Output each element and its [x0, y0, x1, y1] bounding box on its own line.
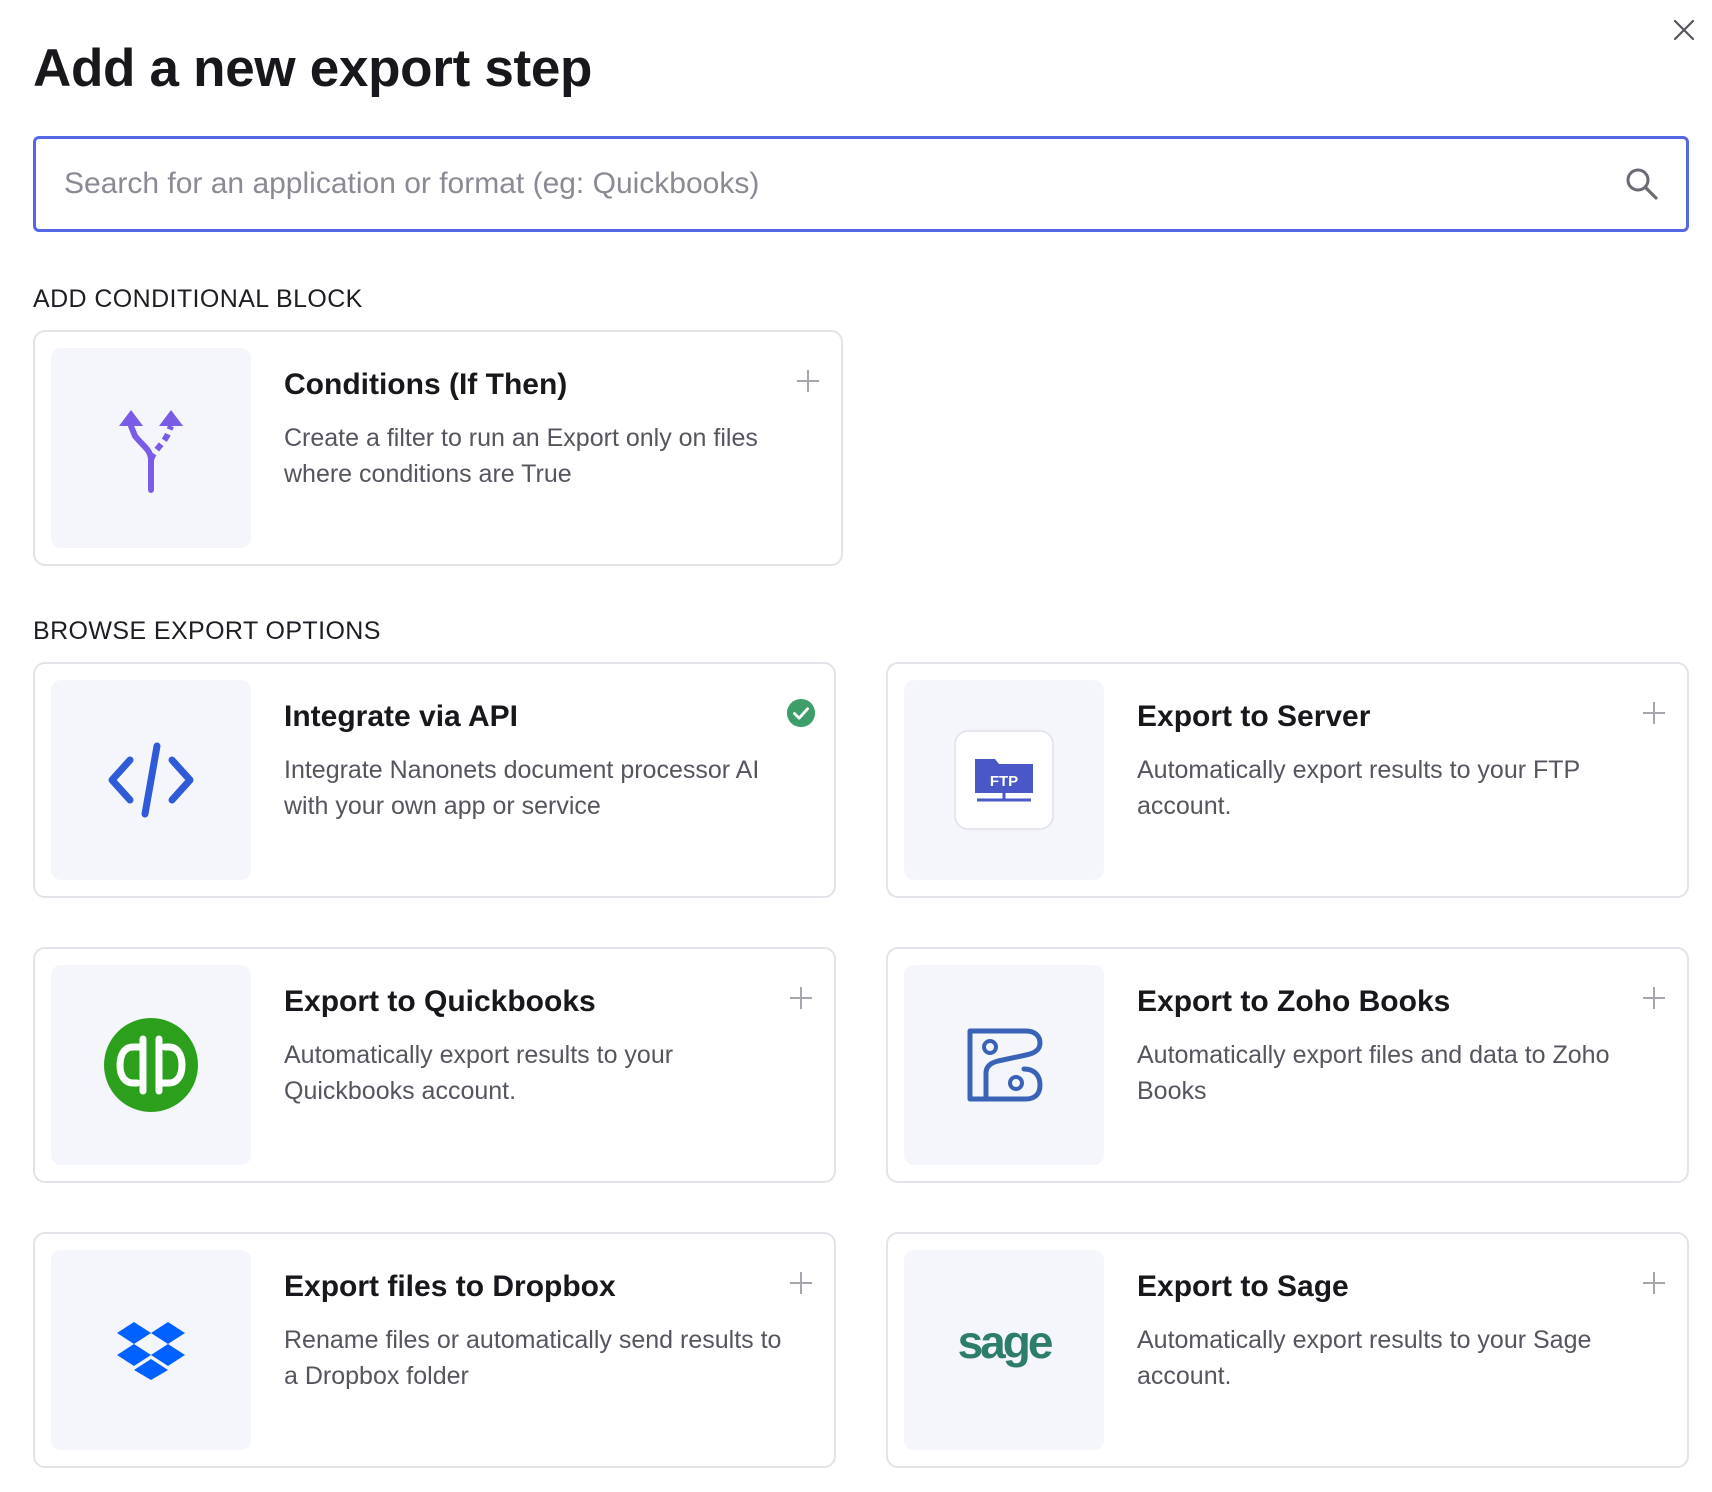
- add-sage-button[interactable]: [1639, 1268, 1669, 1298]
- card-title: Export to Server: [1137, 700, 1371, 733]
- card-integrate-api[interactable]: Integrate via API Integrate Nanonets doc…: [33, 662, 836, 898]
- dialog-title: Add a new export step: [33, 39, 593, 98]
- card-description: Automatically export files and data to Z…: [1137, 1041, 1610, 1105]
- card-title: Export to Sage: [1137, 1270, 1349, 1303]
- card-icon-container: [51, 348, 251, 548]
- plus-icon: [790, 987, 812, 1009]
- add-conditions-button[interactable]: [793, 366, 823, 396]
- plus-icon: [1643, 987, 1665, 1009]
- card-description: Automatically export results to your Sag…: [1137, 1326, 1592, 1390]
- add-quickbooks-button[interactable]: [786, 983, 816, 1013]
- svg-text:FTP: FTP: [990, 773, 1018, 790]
- plus-icon: [797, 370, 819, 392]
- card-icon-container: [51, 1250, 251, 1450]
- svg-text:sage: sage: [958, 1320, 1053, 1368]
- search-icon[interactable]: [1624, 166, 1660, 202]
- zoho-books-logo: [967, 1028, 1043, 1102]
- card-description: Create a filter to run an Export only on…: [284, 424, 758, 488]
- sage-logo: sage: [958, 1320, 1056, 1368]
- export-step-dialog: Add a new export step ADD CONDITIONAL BL…: [0, 0, 1712, 1492]
- card-export-sage[interactable]: sage Export to Sage Automatically export…: [886, 1232, 1689, 1468]
- card-description: Rename files or automatically send resul…: [284, 1326, 782, 1390]
- add-zoho-books-button[interactable]: [1639, 983, 1669, 1013]
- card-description: Automatically export results to your Qui…: [284, 1041, 674, 1105]
- ftp-icon: FTP: [975, 759, 1033, 802]
- ftp-tile: FTP: [954, 730, 1054, 830]
- card-title: Export to Quickbooks: [284, 985, 596, 1018]
- card-icon-container: [904, 965, 1104, 1165]
- card-description: Integrate Nanonets document processor AI…: [284, 756, 760, 820]
- card-conditions[interactable]: Conditions (If Then) Create a filter to …: [33, 330, 843, 566]
- plus-icon: [1643, 1272, 1665, 1294]
- quickbooks-logo: [104, 1018, 198, 1112]
- added-status: [786, 698, 816, 728]
- card-icon-container: sage: [904, 1250, 1104, 1450]
- close-icon: [1673, 19, 1695, 41]
- search-box: [33, 136, 1689, 232]
- card-icon-container: FTP: [904, 680, 1104, 880]
- card-export-dropbox[interactable]: Export files to Dropbox Rename files or …: [33, 1232, 836, 1468]
- code-icon: [108, 742, 194, 818]
- card-description: Automatically export results to your FTP…: [1137, 756, 1580, 820]
- card-title: Export to Zoho Books: [1137, 985, 1451, 1018]
- branch-icon: [119, 410, 183, 493]
- card-export-zoho-books[interactable]: Export to Zoho Books Automatically expor…: [886, 947, 1689, 1183]
- add-dropbox-button[interactable]: [786, 1268, 816, 1298]
- card-title: Conditions (If Then): [284, 368, 568, 401]
- dropbox-logo: [117, 1322, 185, 1380]
- search-input[interactable]: [64, 139, 1604, 229]
- plus-icon: [790, 1272, 812, 1294]
- card-icon-container: [51, 680, 251, 880]
- section-label-conditional: ADD CONDITIONAL BLOCK: [33, 285, 363, 313]
- plus-icon: [1643, 702, 1665, 724]
- card-export-server[interactable]: FTP Export to Server Automatically expor…: [886, 662, 1689, 898]
- close-button[interactable]: [1668, 14, 1700, 46]
- card-title: Export files to Dropbox: [284, 1270, 616, 1303]
- card-title: Integrate via API: [284, 700, 518, 733]
- check-circle-icon: [786, 698, 816, 728]
- add-server-button[interactable]: [1639, 698, 1669, 728]
- section-label-browse: BROWSE EXPORT OPTIONS: [33, 617, 381, 645]
- card-export-quickbooks[interactable]: Export to Quickbooks Automatically expor…: [33, 947, 836, 1183]
- card-icon-container: [51, 965, 251, 1165]
